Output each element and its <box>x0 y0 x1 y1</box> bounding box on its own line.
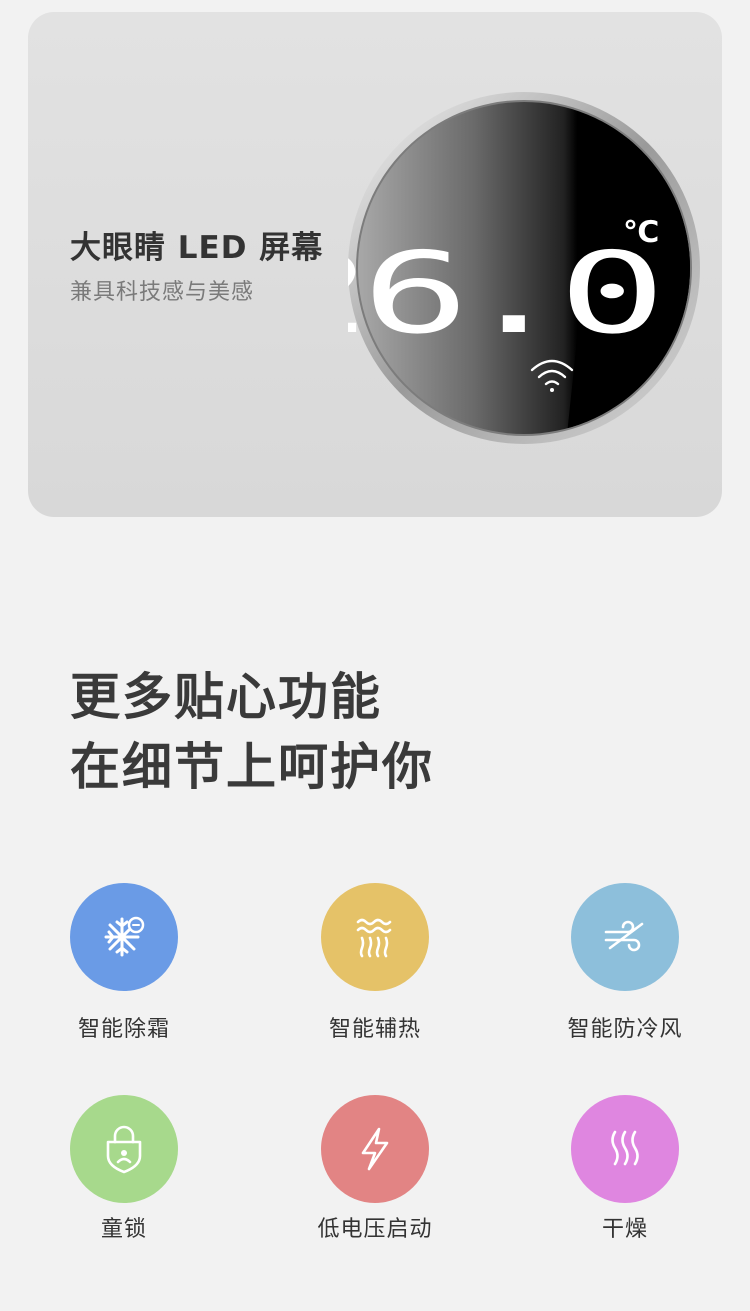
feature-label: 童锁 <box>100 1217 147 1242</box>
lightning-icon <box>361 1127 389 1171</box>
feature-defrost: 智能除霜 <box>34 883 214 1043</box>
feature-icon-circle <box>321 1095 429 1203</box>
display-unit: ℃ <box>623 215 659 250</box>
dry-waves-icon <box>611 1130 639 1166</box>
feature-child-lock: 童锁 <box>34 1095 214 1243</box>
hero-title: 大眼睛 LED 屏幕 <box>70 230 324 266</box>
snowflake-icon <box>104 916 145 957</box>
feature-label: 智能除霜 <box>77 1017 170 1042</box>
feature-label: 干燥 <box>601 1217 648 1242</box>
feature-icon-circle <box>70 1095 178 1203</box>
headline-line1: 更多贴心功能 <box>70 668 382 726</box>
feature-icon-circle <box>571 1095 679 1203</box>
headline: 更多贴心功能 在细节上呵护你 <box>70 662 434 802</box>
hero-card: 大眼睛 LED 屏幕 兼具科技感与美感 26.0 ℃ <box>28 12 722 517</box>
feature-low-voltage-start: 低电压启动 <box>285 1095 465 1243</box>
feature-label: 智能辅热 <box>328 1017 421 1042</box>
feature-label: 低电压启动 <box>317 1217 433 1242</box>
feature-label: 智能防冷风 <box>567 1017 683 1042</box>
hero-subtitle: 兼具科技感与美感 <box>70 280 255 305</box>
feature-icon-circle <box>70 883 178 991</box>
lock-icon <box>106 1125 142 1174</box>
feature-dry: 干燥 <box>535 1095 715 1243</box>
headline-line2: 在细节上呵护你 <box>70 738 434 796</box>
no-cold-wind-icon <box>604 920 644 952</box>
heat-waves-icon <box>356 918 392 958</box>
led-display: 26.0 ℃ <box>348 92 700 444</box>
display-digits: 26.0 <box>348 229 657 359</box>
feature-aux-heat: 智能辅热 <box>285 883 465 1043</box>
feature-icon-circle <box>571 883 679 991</box>
feature-icon-circle <box>321 883 429 991</box>
feature-anti-cold-wind: 智能防冷风 <box>535 883 715 1043</box>
